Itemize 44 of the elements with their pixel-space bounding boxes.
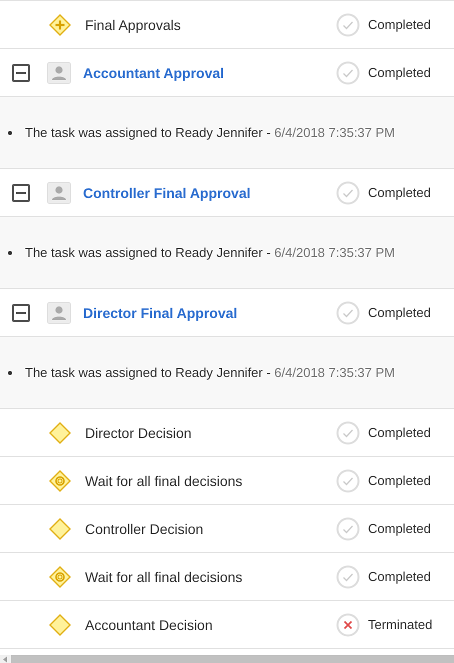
check-circle-icon — [336, 564, 360, 588]
bullet-icon — [8, 250, 12, 254]
history-entry: The task was assigned to Ready Jennifer - 6/4/2018 7:35:37 PM — [25, 245, 395, 260]
user-icon — [47, 302, 71, 324]
history-entry: The task was assigned to Ready Jennifer - 6/4/2018 7:35:37 PM — [25, 365, 395, 380]
step-label: Wait for all final decisions — [85, 568, 244, 584]
user-icon — [47, 62, 71, 84]
task-link[interactable]: Accountant Approval — [83, 64, 336, 80]
collapse-toggle[interactable] — [12, 184, 30, 202]
collapse-toggle[interactable] — [12, 64, 30, 82]
status-label: Completed — [368, 473, 432, 488]
user-icon — [47, 182, 71, 204]
status-label: Completed — [368, 305, 432, 320]
status-label: Completed — [368, 17, 432, 32]
task-link[interactable]: Director Final Approval — [83, 304, 336, 320]
step-label: Wait for all final decisions — [85, 472, 244, 488]
step-label: Controller Decision — [85, 520, 204, 536]
step-label: Accountant Decision — [85, 616, 214, 632]
check-circle-icon — [336, 180, 360, 204]
scrollbar-thumb[interactable] — [11, 655, 454, 663]
diamond-icon — [49, 614, 71, 636]
status-label: Completed — [368, 569, 432, 584]
collapse-toggle[interactable] — [12, 304, 30, 322]
diamond-icon — [49, 518, 71, 540]
history-entry: The task was assigned to Ready Jennifer - 6/4/2018 7:35:37 PM — [25, 125, 395, 140]
step-label: Director Decision — [85, 424, 193, 440]
bullet-icon — [8, 130, 12, 134]
check-circle-icon — [336, 468, 360, 492]
task-link[interactable]: Controller Final Approval — [83, 184, 336, 200]
status-label: Completed — [368, 185, 432, 200]
check-circle-icon — [336, 12, 360, 36]
diamond-icon — [49, 422, 71, 444]
bullet-icon — [8, 370, 12, 374]
status-label: Completed — [368, 521, 432, 536]
status-label: Completed — [368, 425, 432, 440]
check-circle-icon — [336, 60, 360, 84]
diamond-plus-icon — [49, 14, 71, 36]
check-circle-icon — [336, 516, 360, 540]
cross-circle-icon — [336, 612, 360, 636]
check-circle-icon — [336, 420, 360, 444]
check-circle-icon — [336, 300, 360, 324]
status-label: Terminated — [368, 617, 434, 632]
status-label: Completed — [368, 65, 432, 80]
step-label: Final Approvals — [85, 16, 182, 32]
